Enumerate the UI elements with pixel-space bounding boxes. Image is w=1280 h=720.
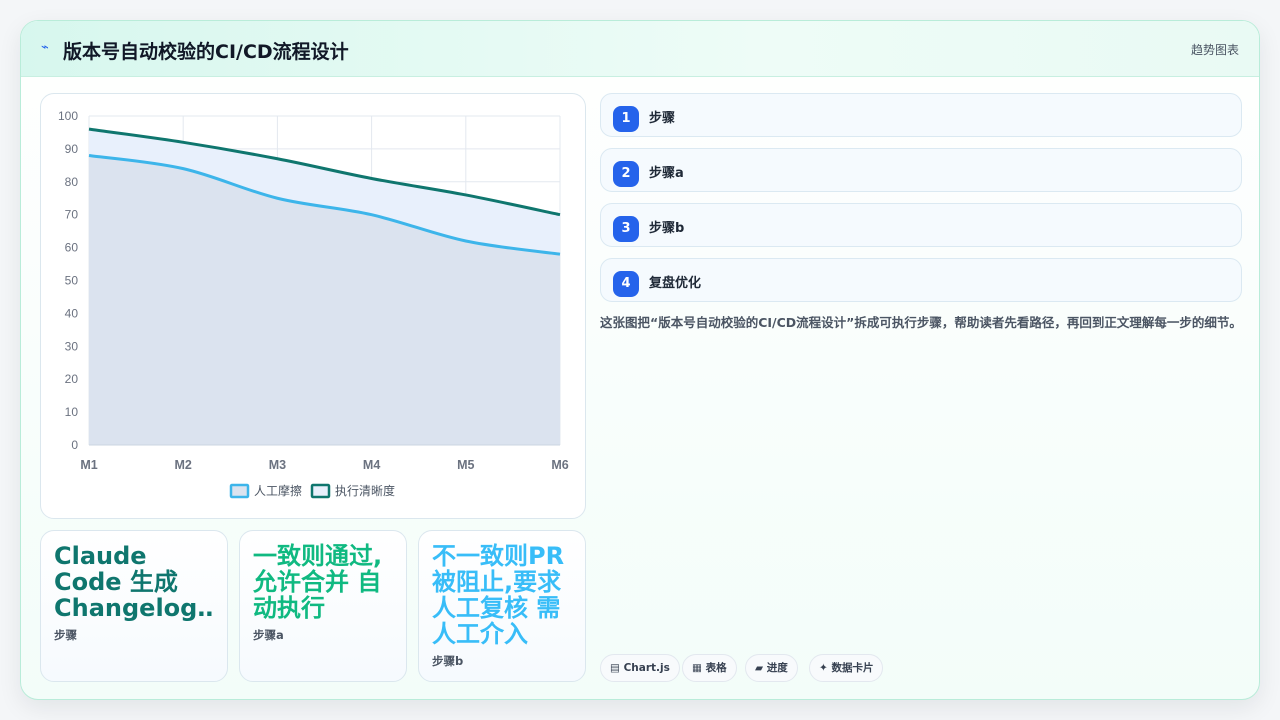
- metric-tile: Claude Code 生成 Changelog… 步骤: [40, 530, 228, 682]
- y-tick-label: 10: [65, 405, 79, 419]
- legend-label: 执行清晰度: [335, 483, 395, 498]
- table-icon: ▦: [692, 662, 702, 674]
- header: ⌁ 版本号自动校验的CI/CD流程设计 趋势图表: [21, 21, 1259, 77]
- step-number: 1: [613, 106, 639, 132]
- main-card: ⌁ 版本号自动校验的CI/CD流程设计 趋势图表 0 10 20 30 40 50 60 70…: [20, 20, 1260, 700]
- progress-icon: ▰: [755, 662, 764, 674]
- x-tick-label: M5: [457, 458, 474, 472]
- step-number: 4: [613, 271, 639, 297]
- step-list: 1 步骤 2 步骤a 3 步骤b 4 复盘优化: [600, 93, 1242, 313]
- y-tick-label: 50: [65, 274, 79, 288]
- y-tick-label: 30: [65, 339, 79, 353]
- chart-panel: 0 10 20 30 40 50 60 70 80 90 100 M1 M2 M3 M4 M5 M6 人工摩擦 执行…: [40, 93, 586, 519]
- chip-label: Chart.js: [623, 662, 670, 674]
- y-tick-label: 100: [58, 109, 78, 123]
- step-number: 3: [613, 216, 639, 242]
- x-tick-label: M1: [80, 458, 97, 472]
- tile-label: 步骤b: [432, 654, 464, 668]
- tile-value: Claude Code 生成 Changelog…: [54, 543, 214, 621]
- tile-label: 步骤: [54, 628, 77, 642]
- y-tick-label: 90: [65, 142, 79, 156]
- x-tick-label: M3: [269, 458, 286, 472]
- step-label: 步骤b: [649, 221, 685, 236]
- chip-table[interactable]: ▦ 表格: [682, 654, 737, 682]
- step-item: 2 步骤a: [600, 148, 1242, 192]
- y-tick-label: 70: [65, 208, 79, 222]
- metric-tile: 不一致则PR被阻止,要求人工复核 需人工介入 步骤b: [418, 530, 586, 682]
- legend-label: 人工摩擦: [254, 483, 302, 498]
- chart-icon: ▤: [610, 662, 620, 674]
- step-label: 步骤a: [649, 166, 684, 181]
- y-tick-label: 80: [65, 175, 79, 189]
- chip-label: 表格: [705, 662, 727, 674]
- header-tag: 趋势图表: [1190, 43, 1239, 57]
- trend-chart: 0 10 20 30 40 50 60 70 80 90 100 M1 M2 M3 M4 M5 M6 人工摩擦 执行…: [58, 109, 569, 499]
- step-item: 4 复盘优化: [600, 258, 1242, 302]
- chip-chartjs[interactable]: ▤ Chart.js: [600, 654, 680, 682]
- description-text: 这张图把“版本号自动校验的CI/CD流程设计”拆成可执行步骤，帮助读者先看路径，…: [600, 315, 1242, 330]
- x-tick-label: M2: [175, 458, 192, 472]
- y-tick-label: 40: [65, 306, 79, 320]
- step-item: 1 步骤: [600, 93, 1242, 137]
- y-tick-label: 60: [65, 241, 79, 255]
- x-tick-label: M4: [363, 458, 380, 472]
- tile-label: 步骤a: [253, 628, 284, 642]
- card-icon: ✦: [819, 662, 828, 674]
- step-number: 2: [613, 161, 639, 187]
- metric-tile: 一致则通过,允许合并 自动执行 步骤a: [239, 530, 407, 682]
- legend-swatch: [310, 483, 331, 499]
- y-tick-label: 0: [71, 438, 78, 452]
- y-tick-label: 20: [65, 372, 79, 386]
- page-title: 版本号自动校验的CI/CD流程设计: [63, 41, 349, 63]
- chip-progress[interactable]: ▰ 进度: [745, 654, 798, 682]
- step-item: 3 步骤b: [600, 203, 1242, 247]
- x-tick-label: M6: [551, 458, 568, 472]
- sparkline-icon: ⌁: [41, 40, 49, 55]
- legend-swatch: [229, 483, 250, 499]
- chip-label: 进度: [766, 662, 788, 674]
- tile-value: 一致则通过,允许合并 自动执行: [253, 543, 383, 621]
- chip-data-card[interactable]: ✦ 数据卡片: [809, 654, 884, 682]
- step-label: 步骤: [649, 111, 676, 126]
- tile-value: 不一致则PR被阻止,要求人工复核 需人工介入: [432, 543, 565, 647]
- step-label: 复盘优化: [649, 276, 702, 291]
- chip-label: 数据卡片: [831, 662, 874, 674]
